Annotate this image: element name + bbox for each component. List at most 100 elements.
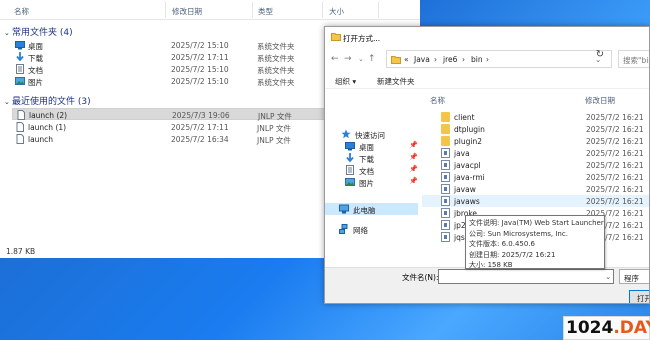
star-icon bbox=[341, 129, 351, 139]
list-item[interactable]: 图片 2025/7/2 15:10 系统文件夹 bbox=[12, 75, 326, 87]
folder-icon bbox=[391, 55, 401, 64]
tooltip-line: 文件说明: Java(TM) Web Start Launcher bbox=[469, 219, 604, 227]
pictures-icon bbox=[345, 177, 355, 187]
executable-icon bbox=[441, 148, 450, 158]
pin-icon[interactable]: 📌 bbox=[409, 177, 418, 185]
tooltip-line: 文件版本: 6.0.450.6 bbox=[469, 240, 535, 248]
list-item[interactable]: 文档 2025/7/2 15:10 系统文件夹 bbox=[12, 63, 326, 75]
list-item[interactable]: launch (1) 2025/7/2 17:11 JNLP 文件 bbox=[12, 121, 326, 133]
nav-item-downloads[interactable]: 下载 📌 bbox=[345, 152, 421, 164]
pin-icon[interactable]: 📌 bbox=[409, 141, 418, 149]
download-icon bbox=[345, 153, 355, 163]
list-item[interactable]: launch 2025/7/2 16:34 JNLP 文件 bbox=[12, 133, 326, 145]
column-name[interactable]: 名称 bbox=[14, 6, 29, 17]
column-separator[interactable] bbox=[322, 2, 323, 18]
column-size[interactable]: 大小 bbox=[329, 6, 344, 17]
nav-item-pictures[interactable]: 图片 📌 bbox=[345, 176, 421, 188]
breadcrumb-separator[interactable]: › bbox=[434, 55, 437, 64]
chevron-down-icon: ⌄ bbox=[4, 98, 10, 106]
list-item[interactable]: 桌面 2025/7/2 15:10 系统文件夹 bbox=[12, 39, 326, 51]
file-info-tooltip: 文件说明: Java(TM) Web Start Launcher 公司: Su… bbox=[465, 215, 605, 269]
folder-icon bbox=[441, 136, 450, 146]
file-row[interactable]: javaws 2025/7/2 16:21 bbox=[422, 195, 649, 207]
tooltip-line: 大小: 158 KB bbox=[469, 261, 513, 269]
folder-icon bbox=[441, 112, 450, 122]
executable-icon bbox=[441, 232, 450, 242]
pin-icon[interactable]: 📌 bbox=[409, 165, 418, 173]
breadcrumb-separator[interactable]: › bbox=[462, 55, 465, 64]
executable-icon bbox=[441, 220, 450, 230]
breadcrumb-jre6[interactable]: jre6 bbox=[443, 55, 457, 64]
computer-icon bbox=[339, 204, 349, 214]
executable-icon bbox=[441, 160, 450, 170]
desktop-icon bbox=[345, 141, 355, 151]
executable-icon bbox=[441, 196, 450, 206]
column-separator[interactable] bbox=[165, 2, 166, 18]
open-button[interactable]: 打开 bbox=[629, 290, 649, 303]
pictures-icon bbox=[15, 76, 25, 86]
desktop-folder-icon bbox=[15, 40, 25, 50]
filename-input[interactable]: ⌄ bbox=[438, 269, 614, 284]
breadcrumb-bin[interactable]: bin bbox=[471, 55, 483, 64]
new-folder-button[interactable]: 新建文件夹 bbox=[377, 76, 415, 87]
file-row[interactable]: dtplugin 2025/7/2 16:21 bbox=[422, 123, 649, 135]
column-name[interactable]: 名称 bbox=[430, 95, 445, 106]
nav-item-desktop[interactable]: 桌面 📌 bbox=[345, 140, 421, 152]
navigation-bar: ← → ⌄ ↑ « Java › jre6 › bin › ⌄ ↻ 搜索"bin… bbox=[325, 47, 649, 71]
chevron-down-icon: ⌄ bbox=[4, 29, 10, 37]
executable-icon bbox=[441, 172, 450, 182]
forward-arrow-icon[interactable]: → bbox=[344, 54, 352, 64]
pin-icon[interactable]: 📌 bbox=[409, 153, 418, 161]
desktop-background bbox=[420, 0, 650, 26]
executable-icon bbox=[441, 184, 450, 194]
file-row[interactable]: javaw 2025/7/2 16:21 bbox=[422, 183, 649, 195]
file-row[interactable]: java 2025/7/2 16:21 bbox=[422, 147, 649, 159]
documents-icon bbox=[15, 64, 25, 74]
refresh-icon[interactable]: ↻ bbox=[590, 49, 610, 63]
nav-item-this-pc[interactable]: 此电脑 bbox=[325, 203, 418, 215]
group-recent-files[interactable]: ⌄ 最近使用的文件 (3) bbox=[4, 94, 91, 107]
dialog-title: 打开方式... bbox=[343, 34, 381, 43]
folder-icon bbox=[441, 124, 450, 134]
nav-item-network[interactable]: 网络 bbox=[339, 223, 419, 235]
nav-item-documents[interactable]: 文档 📌 bbox=[345, 164, 421, 176]
documents-icon bbox=[345, 165, 355, 175]
tooltip-line: 创建日期: 2025/7/2 16:21 bbox=[469, 250, 556, 259]
network-icon bbox=[339, 224, 349, 234]
column-date[interactable]: 修改日期 bbox=[172, 6, 202, 17]
search-input[interactable]: 搜索"bin" bbox=[618, 50, 649, 68]
file-row[interactable]: plugin2 2025/7/2 16:21 bbox=[422, 135, 649, 147]
file-icon bbox=[15, 134, 25, 144]
file-row[interactable]: java-rmi 2025/7/2 16:21 bbox=[422, 171, 649, 183]
filename-label: 文件名(N): bbox=[402, 273, 439, 282]
breadcrumb-overflow[interactable]: « bbox=[404, 55, 409, 64]
breadcrumb-separator[interactable]: › bbox=[486, 55, 489, 64]
group-frequent-folders[interactable]: ⌄ 常用文件夹 (4) bbox=[4, 25, 73, 38]
column-type[interactable]: 类型 bbox=[258, 6, 273, 17]
nav-item-quick-access[interactable]: 快速访问 bbox=[341, 128, 421, 140]
up-arrow-icon[interactable]: ↑ bbox=[368, 54, 376, 64]
dialog-title-bar[interactable]: 打开方式... bbox=[325, 27, 649, 47]
file-row[interactable]: javacpl 2025/7/2 16:21 bbox=[422, 159, 649, 171]
chevron-down-icon[interactable]: ⌄ bbox=[358, 55, 364, 63]
column-separator[interactable] bbox=[378, 2, 379, 18]
column-separator[interactable] bbox=[252, 2, 253, 18]
file-icon bbox=[16, 110, 26, 120]
folder-icon bbox=[331, 32, 341, 41]
chevron-down-icon[interactable]: ⌄ bbox=[605, 272, 611, 281]
file-row[interactable]: client 2025/7/2 16:21 bbox=[422, 111, 649, 123]
column-date[interactable]: 修改日期 bbox=[585, 95, 615, 106]
site-watermark: 1024.DAY bbox=[563, 316, 650, 340]
tooltip-line: 公司: Sun Microsystems, Inc. bbox=[469, 229, 568, 238]
organize-button[interactable]: 组织 ▾ bbox=[335, 76, 356, 87]
filetype-select[interactable]: 程序 bbox=[619, 269, 649, 284]
address-bar[interactable]: « Java › jre6 › bin › ⌄ bbox=[386, 50, 612, 68]
list-item[interactable]: 下载 2025/7/2 17:11 系统文件夹 bbox=[12, 51, 326, 63]
status-bar-size: 1.87 KB bbox=[6, 247, 36, 256]
dialog-bottom-bar: 文件名(N): ⌄ 程序 打开 bbox=[325, 267, 649, 303]
back-arrow-icon[interactable]: ← bbox=[331, 54, 339, 64]
navigation-pane: 快速访问 桌面 📌 下载 📌 文档 📌 图片 📌 此电脑 网络 bbox=[325, 89, 421, 267]
breadcrumb-java[interactable]: Java bbox=[414, 55, 430, 64]
download-arrow-icon bbox=[15, 52, 25, 62]
list-item[interactable]: launch (2) 2025/7/3 19:06 JNLP 文件 bbox=[12, 108, 326, 121]
